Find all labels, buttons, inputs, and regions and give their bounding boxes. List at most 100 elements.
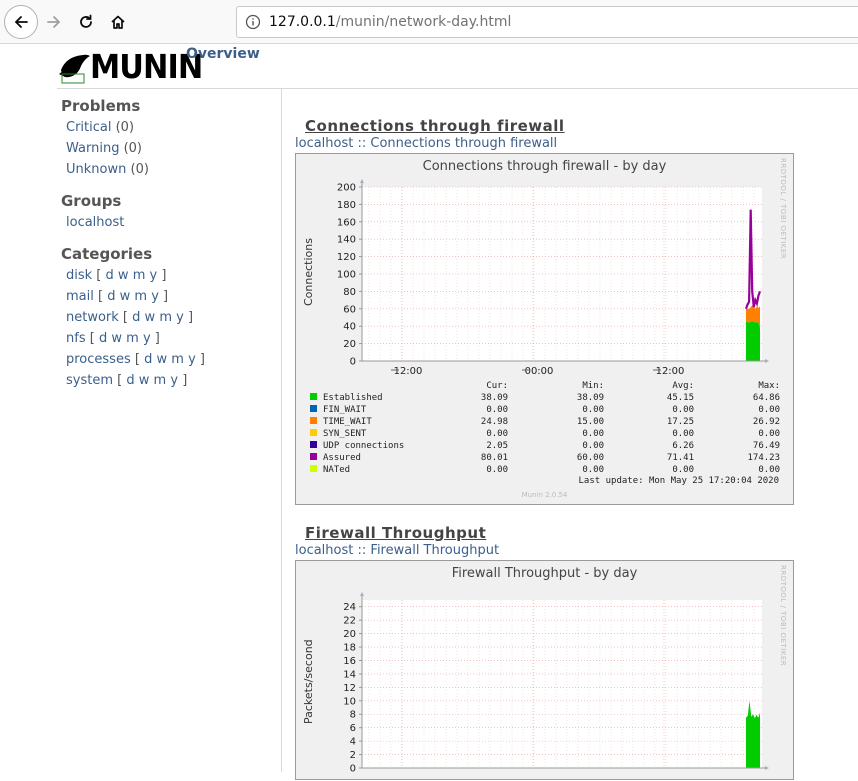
browser-toolbar: 127.0.0.1/munin/network-day.html — [0, 0, 858, 44]
category-link-disk[interactable]: disk — [66, 268, 92, 283]
period-link-y[interactable]: y — [176, 310, 184, 325]
back-button[interactable] — [4, 5, 38, 39]
breadcrumb-separator: :: — [357, 136, 367, 151]
category-link-mail[interactable]: mail — [66, 289, 94, 304]
legend-swatch — [310, 441, 317, 448]
y-tick-label: 6 — [350, 723, 356, 734]
url-text[interactable]: 127.0.0.1/munin/network-day.html — [269, 14, 511, 30]
category-link-nfs[interactable]: nfs — [66, 331, 86, 346]
period-link-d[interactable]: d — [106, 268, 114, 283]
problem-item-unknown: Unknown (0) — [61, 159, 276, 180]
y-tick-label: 40 — [343, 322, 356, 333]
problem-link-unknown[interactable]: Unknown — [66, 162, 126, 177]
category-list: disk [ d w m y ] mail [ d w m y ] network … — [61, 265, 276, 391]
breadcrumb-graph-link[interactable]: Firewall Throughput — [370, 543, 499, 558]
period-link-d[interactable]: d — [132, 310, 140, 325]
munin-version: Munin 2.0.54 — [521, 491, 568, 499]
legend-value-min: 0.00 — [582, 441, 604, 451]
arrow-left-icon — [14, 16, 28, 28]
category-link-processes[interactable]: processes — [66, 352, 131, 367]
sidebar: Problems Critical (0) Warning (0) Unknow… — [61, 95, 276, 391]
legend-row: UDP connections 2.05 0.00 6.26 76.49 — [310, 440, 780, 452]
legend-value-max: 174.23 — [747, 453, 780, 463]
legend-value-min: 38.09 — [576, 393, 604, 403]
period-link-w[interactable]: w — [120, 289, 131, 304]
raven-icon — [59, 54, 90, 84]
group-item: localhost — [61, 212, 276, 233]
legend-value-cur: 0.00 — [486, 465, 508, 475]
series-area — [746, 321, 760, 361]
y-tick-label: 20 — [343, 629, 356, 640]
forward-button[interactable] — [38, 6, 70, 38]
y-tick-label: 2 — [350, 750, 356, 761]
legend-header-min: Min: — [582, 381, 604, 391]
period-link-w[interactable]: w — [111, 331, 122, 346]
period-link-d[interactable]: d — [144, 352, 152, 367]
legend-value-cur: 38.09 — [480, 393, 508, 403]
x-axis-arrow — [765, 359, 769, 363]
info-icon[interactable] — [237, 14, 269, 30]
legend-value-min: 0.00 — [582, 465, 604, 475]
home-button[interactable] — [102, 6, 134, 38]
graph-image[interactable]: Connections through firewall - by day RR… — [295, 153, 794, 505]
period-link-w[interactable]: w — [156, 352, 167, 367]
period-link-y[interactable]: y — [188, 352, 196, 367]
period-link-m[interactable]: m — [159, 310, 172, 325]
category-item: nfs [ d w m y ] — [66, 331, 160, 346]
legend-value-max: 0.00 — [758, 429, 780, 439]
legend-swatch — [310, 417, 317, 424]
legend-series-name: TIME_WAIT — [323, 417, 372, 427]
reload-button[interactable] — [70, 6, 102, 38]
period-link-m[interactable]: m — [171, 352, 184, 367]
problem-count: (0) — [130, 162, 149, 177]
breadcrumb-graph-link[interactable]: Connections through firewall — [370, 136, 557, 151]
y-tick-label: 20 — [343, 339, 356, 350]
group-link-localhost[interactable]: localhost — [66, 215, 124, 230]
y-tick-label: 140 — [337, 235, 356, 246]
section-title[interactable]: Connections through firewall — [305, 117, 565, 135]
legend-series-name: FIN_WAIT — [323, 405, 367, 415]
legend-swatch — [310, 429, 317, 436]
period-link-w[interactable]: w — [139, 373, 150, 388]
period-link-y[interactable]: y — [143, 331, 151, 346]
legend-swatch — [310, 465, 317, 472]
period-link-y[interactable]: y — [170, 373, 178, 388]
problem-link-warning[interactable]: Warning — [66, 141, 119, 156]
problem-link-critical[interactable]: Critical — [66, 120, 111, 135]
legend-value-cur: 0.00 — [486, 405, 508, 415]
period-link-m[interactable]: m — [126, 331, 139, 346]
period-link-d[interactable]: d — [99, 331, 107, 346]
legend-swatch — [310, 393, 317, 400]
legend-value-avg: 0.00 — [672, 429, 694, 439]
problem-count: (0) — [115, 120, 135, 135]
overview-link[interactable]: Overview — [186, 46, 260, 62]
period-link-m[interactable]: m — [154, 373, 167, 388]
period-link-d[interactable]: d — [107, 289, 115, 304]
period-link-y[interactable]: y — [150, 268, 158, 283]
period-link-y[interactable]: y — [151, 289, 159, 304]
legend-row: Assured 80.01 60.00 71.41 174.23 — [310, 452, 780, 464]
period-link-m[interactable]: m — [133, 268, 146, 283]
arrow-right-icon — [47, 16, 61, 28]
throughput-chart: 242220181614121086420 — [343, 592, 769, 775]
legend-value-max: 26.92 — [752, 417, 780, 427]
section-title[interactable]: Firewall Throughput — [305, 524, 486, 542]
category-link-system[interactable]: system — [66, 373, 113, 388]
category-item: disk [ d w m y ] — [66, 268, 167, 283]
y-tick-label: 4 — [350, 737, 356, 748]
legend-value-avg: 0.00 — [672, 405, 694, 415]
url-bar[interactable]: 127.0.0.1/munin/network-day.html — [236, 6, 858, 38]
url-path: /munin/network-day.html — [335, 14, 512, 30]
graph-image[interactable]: Firewall Throughput - by day RRDTOOL / T… — [295, 560, 794, 780]
munin-logo[interactable]: MUNIN — [59, 49, 203, 85]
y-tick-label: 8 — [350, 710, 356, 721]
legend-swatch — [310, 453, 317, 460]
period-link-d[interactable]: d — [126, 373, 134, 388]
x-tick-label: 12:00 — [656, 366, 685, 377]
category-link-network[interactable]: network — [66, 310, 119, 325]
period-link-w[interactable]: w — [118, 268, 129, 283]
breadcrumb-host-link[interactable]: localhost — [295, 543, 353, 558]
breadcrumb-host-link[interactable]: localhost — [295, 136, 353, 151]
period-link-m[interactable]: m — [134, 289, 147, 304]
period-link-w[interactable]: w — [145, 310, 156, 325]
